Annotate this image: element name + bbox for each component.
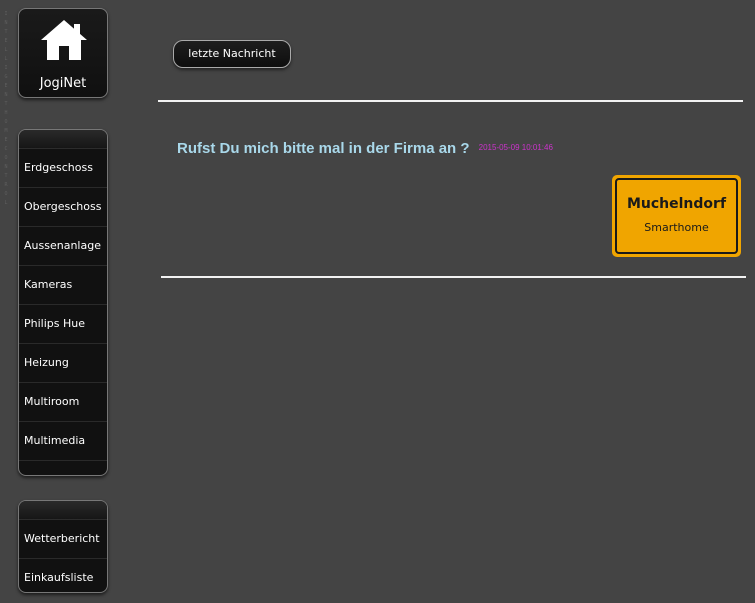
town-sign-border <box>615 178 738 254</box>
menu-item-einkaufsliste[interactable]: Einkaufsliste <box>19 559 107 592</box>
town-sign-logo: Muchelndorf Smarthome <box>612 175 741 257</box>
menu-item-multimedia[interactable]: Multimedia <box>19 422 107 461</box>
main-menu: Erdgeschoss Obergeschoss Aussenanlage Ka… <box>18 129 108 476</box>
town-sign-name: Muchelndorf <box>626 196 727 212</box>
main-menu-header <box>19 130 107 149</box>
extra-menu: Wetterbericht Einkaufsliste <box>18 500 108 593</box>
extra-menu-header <box>19 501 107 520</box>
menu-footer <box>19 461 107 475</box>
last-message-button[interactable]: letzte Nachricht <box>173 40 291 68</box>
logo-label: JogiNet <box>39 76 87 91</box>
home-logo-button[interactable]: JogiNet <box>18 8 108 98</box>
menu-item-obergeschoss[interactable]: Obergeschoss <box>19 188 107 227</box>
menu-item-kameras[interactable]: Kameras <box>19 266 107 305</box>
message-timestamp: 2015-05-09 10:01:46 <box>478 143 553 152</box>
divider-top <box>158 100 743 102</box>
menu-item-heizung[interactable]: Heizung <box>19 344 107 383</box>
menu-item-philips-hue[interactable]: Philips Hue <box>19 305 107 344</box>
message-line: Rufst Du mich bitte mal in der Firma an … <box>177 138 553 157</box>
menu-item-multiroom[interactable]: Multiroom <box>19 383 107 422</box>
menu-item-wetterbericht[interactable]: Wetterbericht <box>19 520 107 559</box>
town-sign-subtitle: Smarthome <box>644 221 709 234</box>
menu-item-erdgeschoss[interactable]: Erdgeschoss <box>19 149 107 188</box>
message-text: Rufst Du mich bitte mal in der Firma an … <box>177 140 470 157</box>
house-icon <box>41 20 87 60</box>
divider-bottom <box>161 276 746 278</box>
vertical-brand-text: INTELLIGENT HOME CONTROL <box>4 11 8 206</box>
menu-item-aussenanlage[interactable]: Aussenanlage <box>19 227 107 266</box>
